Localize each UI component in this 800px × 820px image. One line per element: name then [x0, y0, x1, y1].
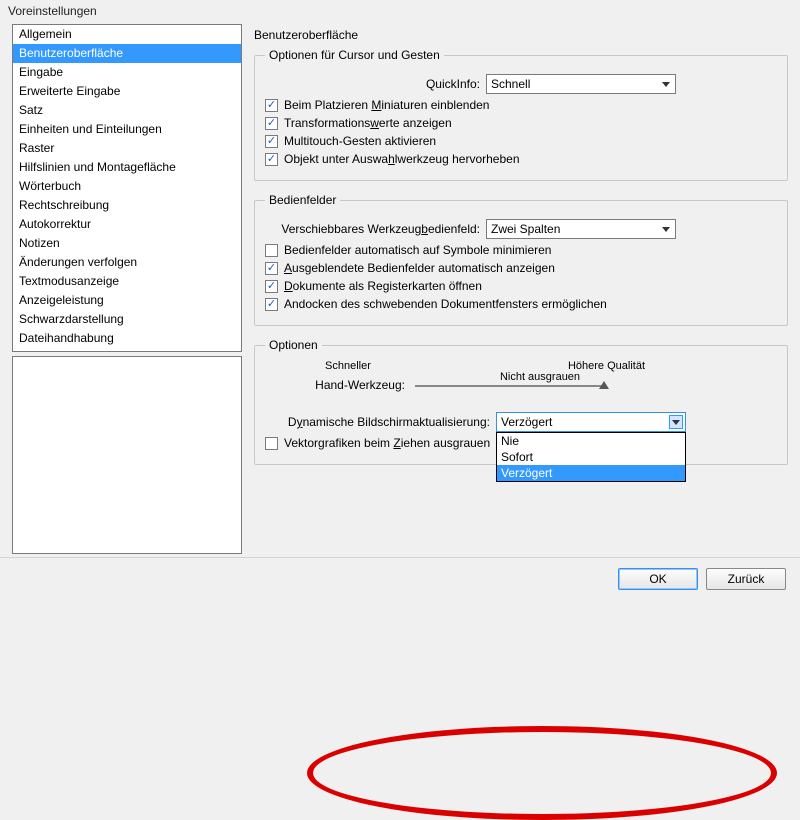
sidebar-item[interactable]: Raster	[13, 139, 241, 158]
checkbox-icon	[265, 298, 278, 311]
main-panel: Benutzeroberfläche Optionen für Cursor u…	[254, 24, 788, 554]
chk-autoicon[interactable]: Bedienfelder automatisch auf Symbole min…	[265, 243, 777, 257]
group-cursor-legend: Optionen für Cursor und Gesten	[265, 48, 444, 62]
sidebar-item[interactable]: Einheiten und Einteilungen	[13, 120, 241, 139]
chk-dock[interactable]: Andocken des schwebenden Dokumentfenster…	[265, 297, 777, 311]
slider-left-label: Schneller	[325, 360, 371, 372]
preferences-window: Voreinstellungen AllgemeinBenutzeroberfl…	[0, 0, 800, 600]
window-title: Voreinstellungen	[0, 0, 800, 24]
divider	[0, 557, 800, 558]
chk-transform-label: Transformationswerte anzeigen	[284, 116, 452, 130]
hand-tool-slider[interactable]	[415, 385, 605, 387]
chk-autohide[interactable]: Ausgeblendete Bedienfelder automatisch a…	[265, 261, 777, 275]
chk-tabs[interactable]: Dokumente als Registerkarten öffnen	[265, 279, 777, 293]
sidebar-item[interactable]: Notizen	[13, 234, 241, 253]
page-title: Benutzeroberfläche	[254, 28, 788, 42]
chevron-down-icon	[659, 222, 673, 236]
sidebar-item[interactable]: Hilfslinien und Montagefläche	[13, 158, 241, 177]
slider-thumb-icon	[599, 381, 609, 389]
chk-multitouch[interactable]: Multitouch-Gesten aktivieren	[265, 134, 777, 148]
chevron-down-icon	[669, 415, 683, 429]
sidebar-item[interactable]: Rechtschreibung	[13, 196, 241, 215]
sidebar-item[interactable]: Wörterbuch	[13, 177, 241, 196]
annotation-ellipse	[307, 726, 777, 820]
sidebar-item[interactable]: Schwarzdarstellung	[13, 310, 241, 329]
dropdown-option[interactable]: Verzögert	[497, 465, 685, 481]
chk-tabs-label: Dokumente als Registerkarten öffnen	[284, 279, 482, 293]
hand-tool-label: Hand-Werkzeug:	[305, 378, 405, 392]
toolpanel-label: Verschiebbares Werkzeugbedienfeld:	[265, 222, 480, 236]
chk-miniaturen[interactable]: Beim Platzieren Miniaturen einblenden	[265, 98, 777, 112]
group-panels-legend: Bedienfelder	[265, 193, 340, 207]
chk-hover-label: Objekt unter Auswahlwerkzeug hervorheben	[284, 152, 520, 166]
chevron-down-icon	[659, 77, 673, 91]
category-sidebar: AllgemeinBenutzeroberflächeEingabeErweit…	[12, 24, 242, 554]
checkbox-icon	[265, 135, 278, 148]
category-list[interactable]: AllgemeinBenutzeroberflächeEingabeErweit…	[12, 24, 242, 352]
slider-sublabel: Nicht ausgrauen	[415, 371, 665, 383]
sidebar-item[interactable]: Anzeigeleistung	[13, 291, 241, 310]
quickinfo-label: QuickInfo:	[265, 77, 480, 91]
sidebar-preview	[12, 356, 242, 554]
toolpanel-value: Zwei Spalten	[491, 222, 560, 236]
checkbox-icon	[265, 437, 278, 450]
dropdown-option[interactable]: Nie	[497, 433, 685, 449]
sidebar-item[interactable]: Autokorrektur	[13, 215, 241, 234]
hand-tool-slider-area: Schneller Höhere Qualität Hand-Werkzeug:…	[305, 360, 665, 392]
checkbox-icon	[265, 153, 278, 166]
sidebar-item[interactable]: Dateihandhabung	[13, 329, 241, 348]
dyn-refresh-label: Dynamische Bildschirmaktualisierung:	[265, 415, 490, 429]
chk-multitouch-label: Multitouch-Gesten aktivieren	[284, 134, 436, 148]
checkbox-icon	[265, 262, 278, 275]
sidebar-item[interactable]: Satz	[13, 101, 241, 120]
sidebar-item[interactable]: Textmodusanzeige	[13, 272, 241, 291]
quickinfo-dropdown[interactable]: Schnell	[486, 74, 676, 94]
dropdown-option[interactable]: Sofort	[497, 449, 685, 465]
group-options-legend: Optionen	[265, 338, 322, 352]
dyn-refresh-options[interactable]: NieSofortVerzögert	[496, 432, 686, 482]
chk-vector-label: Vektorgrafiken beim Ziehen ausgrauen	[284, 436, 490, 450]
chk-hover[interactable]: Objekt unter Auswahlwerkzeug hervorheben	[265, 152, 777, 166]
group-panels: Bedienfelder Verschiebbares Werkzeugbedi…	[254, 193, 788, 326]
dyn-refresh-value: Verzögert	[501, 415, 552, 429]
checkbox-icon	[265, 244, 278, 257]
ok-button[interactable]: OK	[618, 568, 698, 590]
sidebar-item[interactable]: Allgemein	[13, 25, 241, 44]
chk-autohide-label: Ausgeblendete Bedienfelder automatisch a…	[284, 261, 555, 275]
chk-transform[interactable]: Transformationswerte anzeigen	[265, 116, 777, 130]
toolpanel-dropdown[interactable]: Zwei Spalten	[486, 219, 676, 239]
group-options: Optionen Schneller Höhere Qualität Hand-…	[254, 338, 788, 465]
sidebar-item[interactable]: Erweiterte Eingabe	[13, 82, 241, 101]
window-title-text: Voreinstellungen	[8, 4, 97, 18]
sidebar-item[interactable]: Eingabe	[13, 63, 241, 82]
chk-dock-label: Andocken des schwebenden Dokumentfenster…	[284, 297, 607, 311]
chk-miniaturen-label: Beim Platzieren Miniaturen einblenden	[284, 98, 489, 112]
checkbox-icon	[265, 280, 278, 293]
back-button[interactable]: Zurück	[706, 568, 786, 590]
sidebar-item[interactable]: Zwischenablageoptionen	[13, 348, 241, 352]
dyn-refresh-dropdown[interactable]: Verzögert NieSofortVerzögert	[496, 412, 686, 432]
sidebar-item[interactable]: Benutzeroberfläche	[13, 44, 241, 63]
sidebar-item[interactable]: Änderungen verfolgen	[13, 253, 241, 272]
checkbox-icon	[265, 99, 278, 112]
chk-autoicon-label: Bedienfelder automatisch auf Symbole min…	[284, 243, 551, 257]
checkbox-icon	[265, 117, 278, 130]
quickinfo-value: Schnell	[491, 77, 530, 91]
group-cursor-gestures: Optionen für Cursor und Gesten QuickInfo…	[254, 48, 788, 181]
